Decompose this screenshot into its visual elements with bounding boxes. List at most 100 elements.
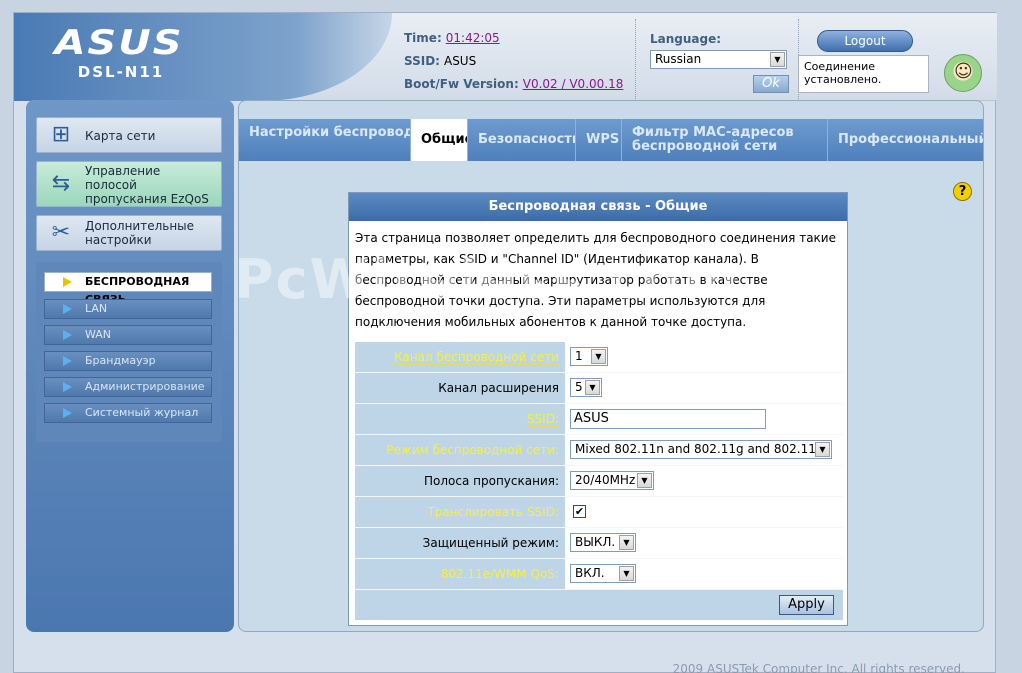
- language-value: Russian: [655, 52, 702, 66]
- wireless-mode-label[interactable]: Режим беспроводной сети:: [355, 435, 565, 465]
- arrow-right-icon: [63, 304, 72, 314]
- bandwidth-value: 20/40MHz: [575, 473, 636, 487]
- chevron-down-icon: ▼: [585, 380, 600, 395]
- channel-select[interactable]: 1 ▼: [570, 347, 608, 366]
- broadcast-ssid-checkbox[interactable]: ✔: [573, 505, 586, 518]
- ext-channel-value: 5: [575, 380, 583, 394]
- menu-item-advanced[interactable]: ✂ Дополнительные настройки: [36, 215, 222, 251]
- status-block: Time: 01:42:05 SSID: ASUS Boot/Fw Version:…: [394, 19, 636, 101]
- field-cell: 5 ▼: [566, 373, 843, 403]
- ssid-field-label[interactable]: SSID:: [355, 404, 565, 434]
- protected-mode-label: Защищенный режим:: [355, 528, 565, 558]
- broadcast-label-text: Транслировать SSID:: [427, 505, 559, 520]
- form-row: Защищенный режим: ВЫКЛ. ▼: [355, 528, 843, 559]
- time-label: Time:: [404, 31, 442, 45]
- tools-icon: ✂: [51, 220, 71, 245]
- form-row: 802.11e/WMM QoS: ВКЛ. ▼: [355, 559, 843, 590]
- sidebar-item-wireless[interactable]: БЕСПРОВОДНАЯ СВЯЗЬ: [44, 272, 212, 306]
- channel-label[interactable]: Канал беспроводной сети: [355, 342, 565, 372]
- asus-logo: ASUS: [54, 23, 184, 63]
- field-cell: ✔: [566, 497, 843, 527]
- language-label: Language:: [650, 32, 722, 46]
- wmm-value: ВКЛ.: [575, 566, 605, 580]
- ext-channel-select[interactable]: 5 ▼: [570, 378, 602, 397]
- panel-title: Беспроводная связь - Общие: [349, 193, 847, 221]
- wireless-mode-select[interactable]: Mixed 802.11n and 802.11g and 802.11b ▼: [570, 440, 832, 459]
- field-cell: 1 ▼: [566, 342, 843, 372]
- mode-label-text: Режим беспроводной сети:: [386, 443, 559, 458]
- help-icon[interactable]: ?: [953, 182, 972, 201]
- logout-button[interactable]: Logout: [817, 30, 913, 52]
- protected-mode-value: ВЫКЛ.: [575, 535, 616, 549]
- sidebar-item-label: LAN: [85, 302, 108, 315]
- time-row: Time: 01:42:05: [404, 31, 500, 45]
- menu-item-label: Дополнительные настройки: [85, 219, 195, 247]
- form-row: Полоса пропускания: 20/40MHz ▼: [355, 466, 843, 497]
- menu-item-network-map[interactable]: ⊞ Карта сети: [36, 117, 222, 153]
- wmm-label[interactable]: 802.11e/WMM QoS:: [355, 559, 565, 589]
- header: ASUS DSL-N11 Time: 01:42:05 SSID: ASUS Boo…: [14, 13, 997, 101]
- connection-status: Соединение установлено.: [798, 55, 929, 93]
- arrow-right-icon: [63, 408, 72, 418]
- apply-button[interactable]: Apply: [779, 595, 834, 615]
- qos-icon: ⇆: [51, 171, 71, 196]
- channel-label-text: Канал беспроводной сети: [393, 350, 559, 365]
- ssid-input[interactable]: ASUS: [570, 409, 766, 429]
- network-map-icon: ⊞: [51, 122, 71, 147]
- sidebar-item-label: Администрирование: [85, 380, 205, 393]
- field-cell: ASUS: [566, 404, 843, 434]
- menu-item-ezqos[interactable]: ⇆ Управление полосой пропускания EzQoS: [36, 161, 222, 207]
- menu-item-label: Карта сети: [85, 129, 156, 143]
- ssid-label-text: SSID:: [526, 412, 559, 427]
- sidebar-item-label: Брандмауэр: [85, 354, 156, 367]
- tab-bar: Настройки беспроводной сети Общие Безопа…: [239, 119, 983, 161]
- tab-wps[interactable]: WPS: [576, 119, 622, 161]
- firmware-row: Boot/Fw Version: V0.02 / V0.00.18: [404, 77, 623, 91]
- router-page: ASUS DSL-N11 Time: 01:42:05 SSID: ASUS Boo…: [13, 12, 997, 673]
- sidebar-item-firewall[interactable]: Брандмауэр: [44, 351, 212, 371]
- sidebar-item-lan[interactable]: LAN: [44, 299, 212, 319]
- ssid-row: SSID: ASUS: [404, 54, 476, 68]
- form-row: Режим беспроводной сети: Mixed 802.11n a…: [355, 435, 843, 466]
- wmm-select[interactable]: ВКЛ. ▼: [570, 564, 636, 583]
- channel-value: 1: [575, 349, 583, 363]
- sidebar-item-label: Системный журнал: [85, 406, 199, 419]
- language-block: Language: Russian ▼ Ok: [637, 19, 799, 101]
- ssid-value: ASUS: [443, 54, 477, 68]
- model-name: DSL-N11: [77, 63, 165, 81]
- ok-button[interactable]: Ok: [753, 75, 789, 93]
- arrow-right-icon: [63, 330, 72, 340]
- tab-mac-filter[interactable]: Фильтр MAC-адресов беспроводной сети: [622, 119, 828, 161]
- language-select[interactable]: Russian ▼: [650, 50, 787, 69]
- chevron-down-icon: ▼: [619, 566, 634, 581]
- arrow-right-icon: [63, 382, 72, 392]
- field-cell: Mixed 802.11n and 802.11g and 802.11b ▼: [566, 435, 843, 465]
- broadcast-ssid-label[interactable]: Транслировать SSID:: [355, 497, 565, 527]
- wireless-general-panel: Беспроводная связь - Общие Эта страница …: [348, 192, 848, 626]
- chevron-down-icon: ▼: [619, 535, 634, 550]
- tab-wireless-settings[interactable]: Настройки беспроводной сети: [239, 119, 411, 161]
- arrow-right-icon: [63, 277, 72, 287]
- brand-area: ASUS DSL-N11: [14, 13, 392, 101]
- chevron-down-icon: ▼: [637, 473, 652, 488]
- sidebar-item-system-log[interactable]: Системный журнал: [44, 403, 212, 423]
- firmware-link[interactable]: V0.02 / V0.00.18: [523, 77, 624, 91]
- status-avatar-icon: [944, 54, 982, 92]
- settings-form: Канал беспроводной сети 1 ▼ Канал расшире…: [355, 342, 843, 620]
- protected-mode-select[interactable]: ВЫКЛ. ▼: [570, 533, 636, 552]
- tab-professional[interactable]: Профессиональный: [828, 119, 983, 161]
- mode-value: Mixed 802.11n and 802.11g and 802.11b: [575, 442, 824, 456]
- bandwidth-label: Полоса пропускания:: [355, 466, 565, 496]
- main-content: Настройки беспроводной сети Общие Безопа…: [238, 100, 984, 632]
- time-link[interactable]: 01:42:05: [446, 31, 500, 45]
- sidebar-item-wan[interactable]: WAN: [44, 325, 212, 345]
- form-row: Транслировать SSID: ✔: [355, 497, 843, 528]
- arrow-right-icon: [63, 356, 72, 366]
- chevron-down-icon: ▼: [815, 442, 830, 457]
- tab-general[interactable]: Общие: [411, 119, 468, 161]
- advanced-submenu: БЕСПРОВОДНАЯ СВЯЗЬ LAN WAN Брандмауэр Ад…: [36, 262, 222, 442]
- sidebar-item-administration[interactable]: Администрирование: [44, 377, 212, 397]
- bandwidth-select[interactable]: 20/40MHz ▼: [570, 471, 654, 490]
- tab-security[interactable]: Безопасность: [468, 119, 576, 161]
- wmm-label-text: 802.11e/WMM QoS:: [440, 567, 559, 582]
